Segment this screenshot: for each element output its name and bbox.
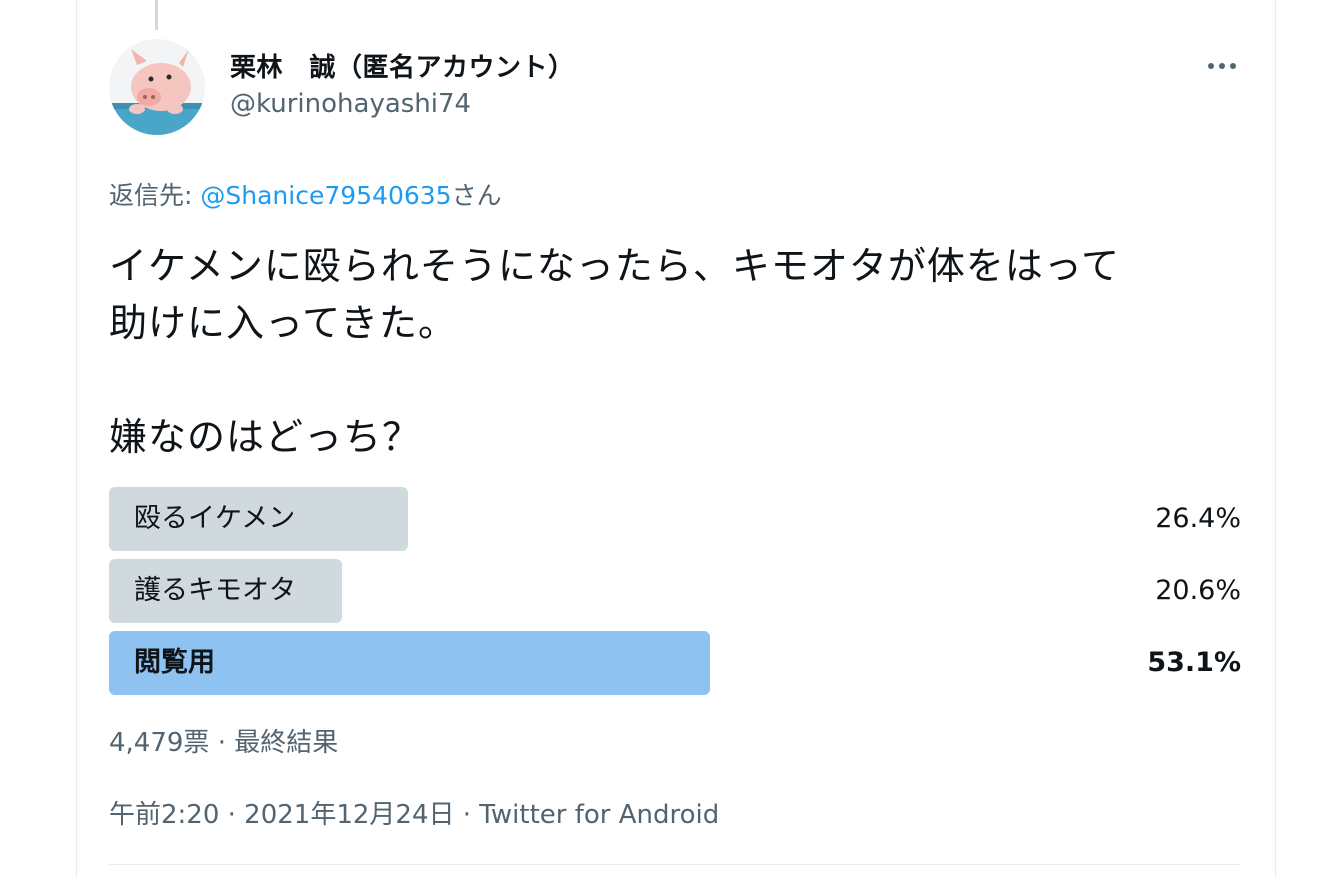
poll-option-percent: 53.1% [1147, 647, 1241, 678]
pig-avatar-icon[interactable] [109, 39, 205, 135]
more-options-icon[interactable] [1196, 46, 1248, 86]
poll-option-label: 殴るイケメン [134, 503, 296, 534]
display-name[interactable]: 栗林 誠（匿名アカウント） [230, 47, 575, 84]
poll-option: 護るキモオタ 20.6% [109, 559, 1241, 623]
divider [109, 864, 1241, 865]
thread-connector-line [155, 0, 158, 30]
reply-to-line: 返信先: @Shanice79540635さん [109, 176, 502, 212]
reply-to-suffix: さん [451, 181, 502, 210]
poll-option-percent: 20.6% [1155, 575, 1241, 606]
poll-option-label: 護るキモオタ [134, 575, 296, 606]
poll-summary: 4,479票 · 最終結果 [109, 728, 339, 758]
reply-mention-link[interactable]: @Shanice79540635 [200, 181, 451, 210]
reply-to-prefix: 返信先: [109, 181, 201, 210]
poll-option-percent: 26.4% [1155, 503, 1241, 534]
tweet-timestamp[interactable]: 午前2:20 · 2021年12月24日 · Twitter for Andro… [109, 794, 719, 831]
poll-option-label: 閲覧用 [134, 647, 215, 678]
poll-option: 殴るイケメン 26.4% [109, 487, 1241, 551]
poll-option-winner: 閲覧用 53.1% [109, 631, 1241, 695]
tweet-text: イケメンに殴られそうになったら、キモオタが体をはって 助けに入ってきた。 嫌なの… [109, 244, 1120, 459]
user-handle[interactable]: @kurinohayashi74 [230, 89, 471, 119]
